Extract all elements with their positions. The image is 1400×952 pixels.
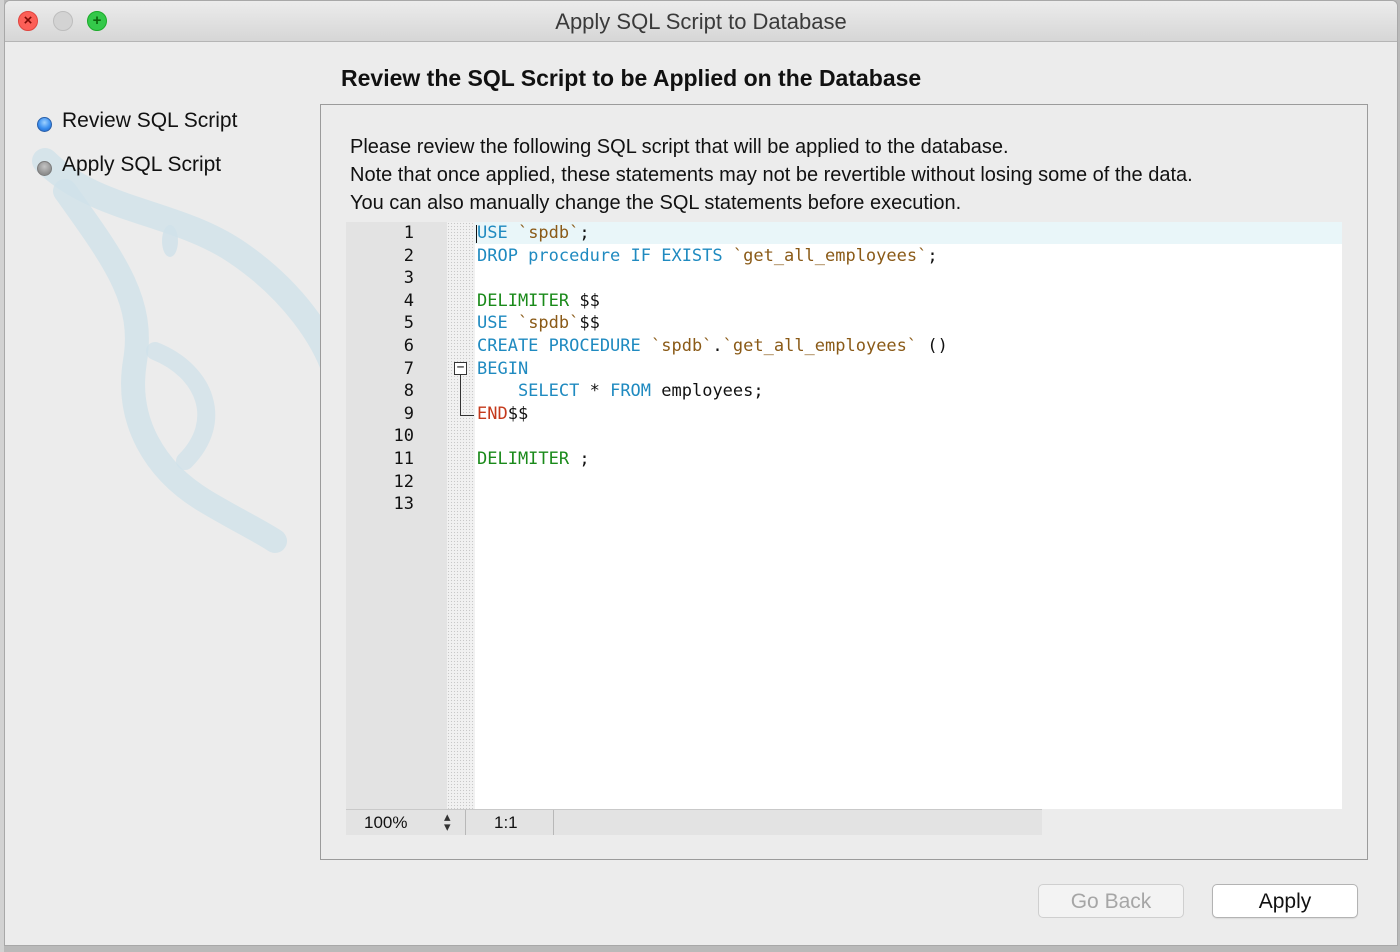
description-line: Note that once applied, these statements… (350, 164, 1193, 186)
line-number: 8 (403, 381, 414, 402)
code-line: SELECT * FROM employees; (477, 381, 764, 402)
line-number: 6 (403, 336, 414, 356)
line-number: 9 (403, 403, 414, 424)
sql-editor[interactable]: 1 2 3 4 5 6 7 8 9 10 11 12 13 − USE `spdb`; DROP proc… (346, 222, 1342, 809)
description: Please review the following SQL script t… (350, 133, 1193, 217)
line-number: 13 (393, 494, 414, 515)
fold-guide-end (460, 415, 474, 416)
line-number: 10 (393, 426, 414, 447)
active-step-indicator-icon (37, 117, 52, 132)
zoom-level[interactable]: 100% (364, 813, 407, 833)
code-line: DELIMITER $$ (477, 290, 600, 311)
divider (465, 810, 466, 835)
line-number: 4 (403, 290, 414, 311)
current-line-highlight (475, 222, 1342, 244)
code-line: END$$ (477, 403, 529, 424)
dialog-window: × + Apply SQL Script to Database Review … (4, 0, 1398, 946)
code-line: DROP procedure IF EXISTS `get_all_employ… (477, 245, 938, 266)
code-line: USE `spdb`$$ (477, 313, 600, 334)
cursor-position: 1:1 (494, 813, 518, 832)
divider (553, 810, 554, 835)
line-number: 3 (403, 268, 414, 289)
line-number: 1 (403, 223, 414, 243)
line-number: 5 (403, 313, 414, 334)
fold-guide-line (460, 375, 461, 415)
code-line: USE `spdb`; (477, 223, 590, 243)
code-line: BEGIN (477, 358, 529, 379)
line-number-gutter: 1 2 3 4 5 6 7 8 9 10 11 12 13 (346, 222, 447, 809)
zoom-stepper-icon[interactable]: ▴ ▾ (444, 810, 451, 833)
line-number: 11 (393, 449, 414, 469)
code-line: DELIMITER ; (477, 449, 590, 469)
content-panel: Please review the following SQL script t… (320, 104, 1368, 860)
go-back-button[interactable]: Go Back (1038, 884, 1184, 918)
step-label: Apply SQL Script (62, 153, 222, 176)
line-number: 7 (403, 358, 414, 379)
fold-margin (447, 222, 475, 809)
inactive-step-indicator-icon (37, 161, 52, 176)
apply-button[interactable]: Apply (1212, 884, 1358, 918)
line-number: 2 (403, 245, 414, 266)
description-line: Please review the following SQL script t… (350, 136, 1009, 158)
window-title: Apply SQL Script to Database (555, 9, 847, 34)
line-number: 12 (393, 471, 414, 492)
title-bar: × + Apply SQL Script to Database (5, 1, 1397, 42)
step-label: Review SQL Script (62, 109, 238, 132)
editor-status-bar: 100% ▴ ▾ 1:1 (346, 809, 1042, 835)
description-line: You can also manually change the SQL sta… (350, 192, 962, 214)
fold-toggle-icon[interactable]: − (454, 361, 467, 375)
page-title: Review the SQL Script to be Applied on t… (341, 65, 922, 91)
code-line: CREATE PROCEDURE `spdb`.`get_all_employe… (477, 336, 948, 356)
